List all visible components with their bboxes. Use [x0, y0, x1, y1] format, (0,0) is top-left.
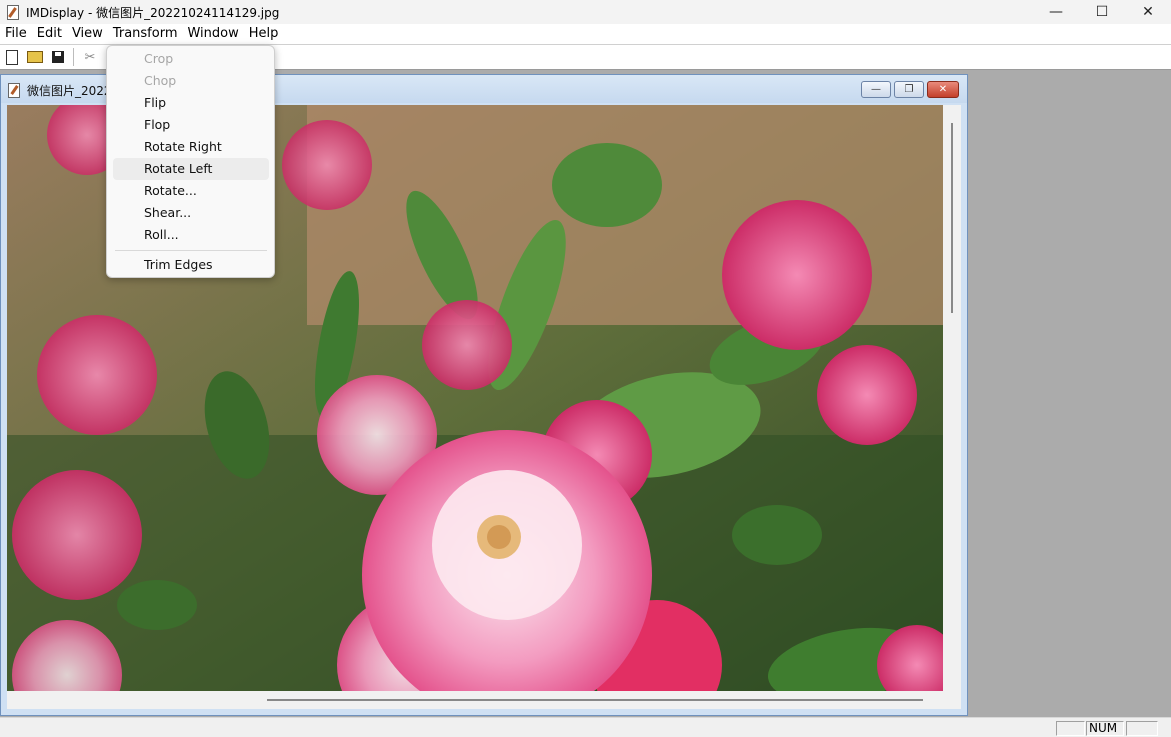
open-folder-icon [27, 51, 43, 63]
child-window-controls: — ❐ ✕ [861, 81, 959, 98]
menu-help[interactable]: Help [244, 24, 284, 44]
cut-button[interactable]: ✂ [79, 46, 101, 68]
menu-transform[interactable]: Transform [107, 24, 183, 44]
menu-item-roll[interactable]: Roll... [113, 224, 269, 246]
menu-window[interactable]: Window [182, 24, 243, 44]
child-window-icon[interactable] [7, 83, 21, 98]
menu-separator [115, 250, 267, 251]
menu-item-rotate-left[interactable]: Rotate Left [113, 158, 269, 180]
menu-item-trim-edges[interactable]: Trim Edges [113, 254, 269, 276]
menu-bar: File Edit View Transform Window Help [0, 24, 1171, 44]
transform-dropdown-menu: Crop Chop Flip Flop Rotate Right Rotate … [106, 45, 275, 278]
cut-icon: ✂ [84, 49, 96, 65]
open-file-button[interactable] [24, 46, 46, 68]
child-minimize-button[interactable]: — [861, 81, 891, 98]
vertical-scroll-thumb[interactable] [951, 123, 953, 313]
save-icon [52, 51, 64, 63]
menu-item-chop[interactable]: Chop [113, 70, 269, 92]
menu-item-crop[interactable]: Crop [113, 48, 269, 70]
horizontal-scroll-thumb[interactable] [267, 699, 923, 701]
horizontal-scrollbar[interactable] [7, 691, 943, 709]
menu-edit[interactable]: Edit [32, 24, 67, 44]
save-file-button[interactable] [47, 46, 69, 68]
menu-view[interactable]: View [67, 24, 108, 44]
toolbar-separator [73, 48, 74, 66]
menu-item-rotate[interactable]: Rotate... [113, 180, 269, 202]
menu-item-flop[interactable]: Flop [113, 114, 269, 136]
window-controls: — ☐ ✕ [1033, 0, 1171, 24]
child-close-button[interactable]: ✕ [927, 81, 959, 98]
status-num-indicator: NUM [1086, 721, 1124, 736]
new-file-button[interactable] [1, 46, 23, 68]
minimize-button[interactable]: — [1033, 0, 1079, 24]
resize-grip[interactable] [943, 691, 961, 709]
close-button[interactable]: ✕ [1125, 0, 1171, 24]
child-restore-button[interactable]: ❐ [894, 81, 924, 98]
status-panel-scroll [1126, 721, 1158, 736]
menu-item-rotate-right[interactable]: Rotate Right [113, 136, 269, 158]
menu-item-shear[interactable]: Shear... [113, 202, 269, 224]
maximize-button[interactable]: ☐ [1079, 0, 1125, 24]
menu-file[interactable]: File [0, 24, 32, 44]
menu-item-flip[interactable]: Flip [113, 92, 269, 114]
vertical-scrollbar[interactable] [943, 105, 961, 691]
window-title: IMDisplay - 微信图片_20221024114129.jpg [26, 5, 280, 20]
child-window-title: 微信图片_2022 [27, 84, 112, 98]
status-panel-empty [1056, 721, 1085, 736]
status-bar: NUM [0, 717, 1171, 737]
imdisplay-app-icon[interactable] [4, 4, 20, 20]
new-icon [6, 49, 18, 65]
title-bar: IMDisplay - 微信图片_20221024114129.jpg — ☐ … [0, 0, 1171, 24]
